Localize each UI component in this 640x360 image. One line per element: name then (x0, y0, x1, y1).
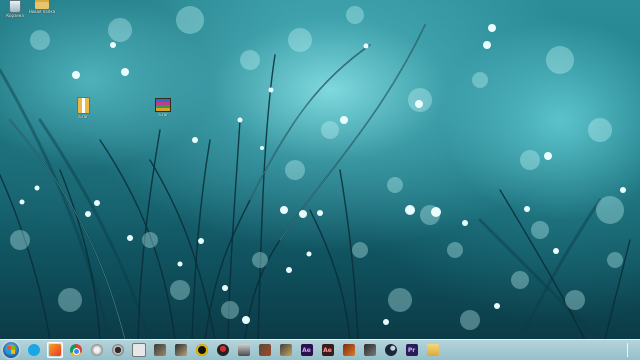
taskbar-item-windows-media[interactable] (46, 342, 63, 358)
game-icon (363, 344, 376, 356)
taskbar-item-game-4[interactable] (215, 342, 231, 358)
game-icon (216, 344, 229, 356)
chrome-icon (69, 344, 82, 356)
desktop-icon-recycle-bin[interactable]: Корзина (0, 0, 30, 18)
app-icon (131, 343, 146, 357)
taskbar-item-chrome[interactable] (68, 342, 84, 358)
folder-icon (426, 344, 439, 356)
desktop-icon-archive[interactable]: a.rar (68, 97, 98, 119)
steam-icon (384, 344, 397, 356)
game-icon (279, 344, 292, 356)
taskbar: Ae Ae Pr (0, 339, 640, 360)
taskbar-item-steam[interactable] (383, 342, 399, 358)
app-icon (90, 344, 103, 356)
desktop-icon-label: Новая папка (28, 9, 56, 14)
game-icon (195, 344, 208, 356)
grass-dew-illustration (0, 6, 631, 342)
taskbar-item-app-5[interactable] (110, 342, 126, 358)
after-effects-icon: Ae (300, 344, 313, 356)
desktop-icon-new-folder[interactable]: Новая папка (27, 0, 57, 14)
archive-icon (76, 97, 90, 114)
skype-icon (27, 344, 40, 356)
windows-logo-icon (7, 346, 15, 354)
desktop-icon-label: a.rar (78, 114, 88, 119)
media-encoder-icon: Ae (321, 344, 334, 356)
taskbar-item-game-6[interactable] (257, 342, 273, 358)
taskbar-item-game-7[interactable] (278, 342, 294, 358)
desktop-icon-label: a.rar (158, 112, 168, 117)
desktop-icon-label: Корзина (6, 13, 24, 18)
start-button[interactable] (3, 342, 19, 358)
taskbar-item-skype[interactable] (26, 342, 42, 358)
taskbar-item-media-encoder[interactable]: Ae (320, 342, 336, 358)
taskbar-item-explorer[interactable] (425, 342, 441, 358)
folder-icon (35, 0, 49, 9)
game-icon (237, 344, 250, 356)
media-player-icon (48, 344, 61, 356)
game-icon (342, 344, 355, 356)
taskbar-item-game-1[interactable] (152, 342, 168, 358)
winrar-icon (155, 98, 171, 112)
recycle-bin-icon (9, 0, 21, 13)
taskbar-item-game-3[interactable] (194, 342, 210, 358)
taskbar-item-game-2[interactable] (173, 342, 189, 358)
app-icon (111, 344, 124, 356)
taskbar-item-app-6[interactable] (131, 342, 147, 358)
game-icon (174, 344, 187, 356)
game-icon (258, 344, 271, 356)
game-icon (153, 344, 166, 356)
taskbar-item-app-4[interactable] (89, 342, 105, 358)
taskbar-item-after-effects[interactable]: Ae (299, 342, 315, 358)
taskbar-item-game-5[interactable] (236, 342, 252, 358)
premiere-icon: Pr (405, 344, 418, 356)
show-desktop-button[interactable] (627, 343, 640, 357)
taskbar-item-game-8[interactable] (341, 342, 357, 358)
desktop-icon-winrar[interactable]: a.rar (148, 98, 178, 117)
taskbar-item-game-9[interactable] (362, 342, 378, 358)
desktop-wallpaper (0, 0, 640, 360)
taskbar-item-premiere[interactable]: Pr (404, 342, 420, 358)
